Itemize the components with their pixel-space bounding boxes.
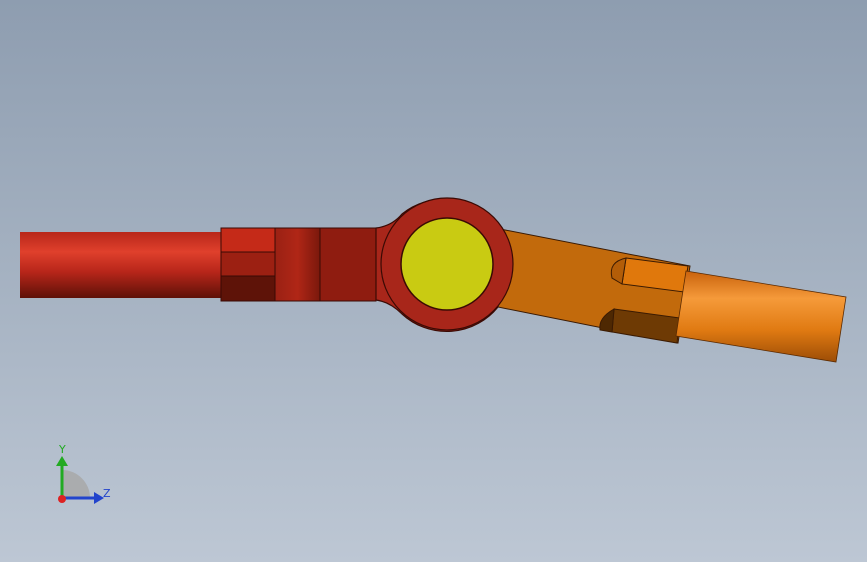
- left-clevis[interactable]: [220, 227, 377, 302]
- left-rod[interactable]: [20, 232, 222, 298]
- ball[interactable]: [400, 217, 494, 311]
- triad-origin: [58, 495, 66, 503]
- y-axis-label: Y: [58, 443, 66, 456]
- z-axis-label: Z: [103, 487, 111, 500]
- graphics-viewport[interactable]: Y Z: [0, 0, 867, 562]
- y-axis-arrow: [56, 456, 68, 466]
- right-rod[interactable]: [675, 270, 847, 363]
- triad-arc: [62, 470, 90, 498]
- coordinate-triad: Y Z: [56, 443, 111, 504]
- 3d-model-view[interactable]: [0, 0, 867, 562]
